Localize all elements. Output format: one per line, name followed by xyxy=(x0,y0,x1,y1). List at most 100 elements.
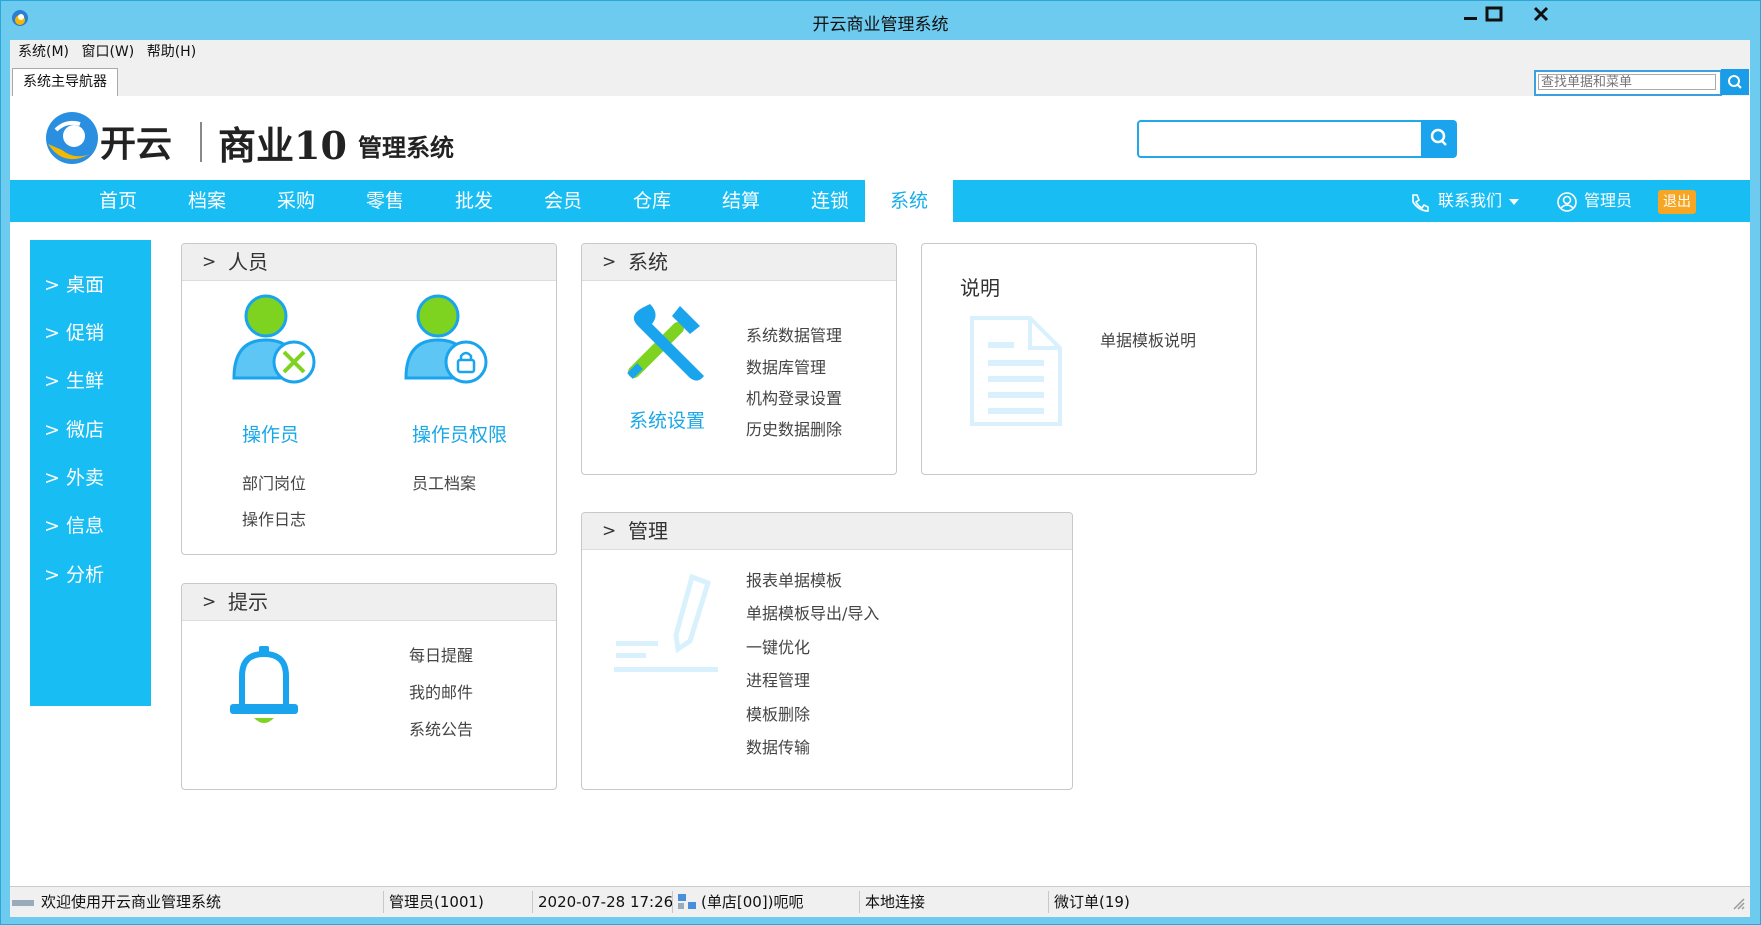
system-announcement-link[interactable]: 系统公告 xyxy=(409,716,473,740)
department-position-link[interactable]: 部门岗位 xyxy=(242,470,306,494)
main-search-button[interactable] xyxy=(1421,120,1457,158)
brand-mini-icon xyxy=(12,900,34,906)
tips-panel: > 提示 每日提醒 我的邮件 系统公告 xyxy=(181,583,557,790)
top-search-button[interactable] xyxy=(1721,69,1749,95)
status-welcome: 欢迎使用开云商业管理系统 xyxy=(41,893,222,911)
notes-panel: 说明 单据模板说明 xyxy=(921,243,1257,475)
org-login-settings-link[interactable]: 机构登录设置 xyxy=(746,385,842,409)
user-icon xyxy=(1557,192,1577,212)
search-icon xyxy=(1728,75,1742,89)
nav-archive[interactable]: 档案 xyxy=(167,180,247,222)
side-item-takeout[interactable]: > 外卖 xyxy=(44,463,104,490)
document-icon xyxy=(970,316,1062,426)
operator-permission-link[interactable]: 操作员权限 xyxy=(412,420,507,447)
nav-admin-user[interactable]: 管理员 xyxy=(1584,180,1632,222)
tools-icon[interactable] xyxy=(620,296,714,386)
title-bar: 开云商业管理系统 xyxy=(1,1,1760,39)
logo-brand: 开云 xyxy=(100,123,173,165)
close-icon xyxy=(1533,6,1549,22)
exit-button[interactable]: 退出 xyxy=(1658,190,1696,214)
operation-log-link[interactable]: 操作日志 xyxy=(242,506,306,530)
logo-suffix: 管理系统 xyxy=(358,133,454,162)
system-data-management-link[interactable]: 系统数据管理 xyxy=(746,322,842,346)
notes-title: 说明 xyxy=(960,276,1000,300)
database-management-link[interactable]: 数据库管理 xyxy=(746,354,826,378)
manage-panel: > 管理 报表单据模板 单据模板导出/导入 一键优化 进程管理 模板删除 数据传输 xyxy=(581,512,1073,790)
maximize-icon xyxy=(1485,6,1503,22)
personnel-panel: > 人员 操作员 操作员权限 部门岗位 员工档案 操作日志 xyxy=(181,243,557,555)
nav-member[interactable]: 会员 xyxy=(523,180,603,222)
tab-main-navigator[interactable]: 系统主导航器 xyxy=(12,68,118,97)
status-connection: 本地连接 xyxy=(859,891,925,913)
nav-bar: 首页 档案 采购 零售 批发 会员 仓库 结算 连锁 系统 联系我们 管理员 xyxy=(10,180,1750,222)
panel-header: > 提示 xyxy=(182,584,556,621)
menu-system[interactable]: 系统(M) xyxy=(18,40,69,64)
one-click-optimize-link[interactable]: 一键优化 xyxy=(746,634,810,658)
side-item-info[interactable]: > 信息 xyxy=(44,511,104,538)
status-store: (单店[00])呃呃 xyxy=(672,891,804,913)
template-description-link[interactable]: 单据模板说明 xyxy=(1100,327,1196,351)
my-mail-link[interactable]: 我的邮件 xyxy=(409,679,473,703)
status-orders[interactable]: 微订单(19) xyxy=(1048,891,1130,913)
nav-warehouse[interactable]: 仓库 xyxy=(612,180,692,222)
template-export-import-link[interactable]: 单据模板导出/导入 xyxy=(746,600,879,624)
template-delete-link[interactable]: 模板删除 xyxy=(746,701,810,725)
nav-wholesale[interactable]: 批发 xyxy=(434,180,514,222)
menu-window[interactable]: 窗口(W) xyxy=(81,40,134,64)
manage-title: 管理 xyxy=(628,519,668,543)
panel-header: > 管理 xyxy=(582,513,1072,550)
nav-home[interactable]: 首页 xyxy=(78,180,158,222)
nav-settlement[interactable]: 结算 xyxy=(701,180,781,222)
side-item-microstore[interactable]: > 微店 xyxy=(44,415,104,442)
chevron-right-icon: > xyxy=(202,592,217,612)
side-item-analysis[interactable]: > 分析 xyxy=(44,560,104,587)
employee-archive-link[interactable]: 员工档案 xyxy=(412,470,476,494)
operator-permission-icon[interactable] xyxy=(398,294,494,390)
edit-icon xyxy=(614,573,718,672)
side-item-desktop[interactable]: > 桌面 xyxy=(44,270,104,297)
operator-link[interactable]: 操作员 xyxy=(242,420,299,447)
top-search-input[interactable] xyxy=(1538,74,1716,90)
personnel-title: 人员 xyxy=(228,250,268,274)
status-bar: 欢迎使用开云商业管理系统 管理员(1001) 2020-07-28 17:26 … xyxy=(10,886,1750,917)
nav-retail[interactable]: 零售 xyxy=(345,180,425,222)
data-transfer-link[interactable]: 数据传输 xyxy=(746,734,810,758)
bell-icon[interactable] xyxy=(226,644,302,734)
history-data-delete-link[interactable]: 历史数据删除 xyxy=(746,416,842,440)
logo-icon xyxy=(46,112,98,164)
chevron-right-icon: > xyxy=(602,252,617,272)
daily-reminder-link[interactable]: 每日提醒 xyxy=(409,642,473,666)
tips-title: 提示 xyxy=(228,590,268,614)
side-item-fresh[interactable]: > 生鲜 xyxy=(44,366,104,393)
operator-icon[interactable] xyxy=(226,294,322,390)
system-settings-link[interactable]: 系统设置 xyxy=(629,406,705,433)
close-button[interactable] xyxy=(1514,3,1568,27)
menu-help[interactable]: 帮助(H) xyxy=(147,40,196,64)
resize-grip-icon[interactable] xyxy=(1732,897,1746,911)
side-item-promotion[interactable]: > 促销 xyxy=(44,318,104,345)
side-menu: > 桌面 > 促销 > 生鲜 > 微店 > 外卖 > 信息 > 分析 xyxy=(30,240,151,706)
maximize-button[interactable] xyxy=(1477,3,1513,27)
phone-icon xyxy=(1412,194,1429,212)
tab-bar: 系统主导航器 xyxy=(10,66,1750,97)
top-search-box xyxy=(1534,70,1722,96)
logo-product: 商业10 xyxy=(218,123,347,168)
status-datetime: 2020-07-28 17:26 xyxy=(532,891,673,913)
caret-down-icon xyxy=(1509,199,1519,205)
nav-contact-us[interactable]: 联系我们 xyxy=(1438,180,1502,222)
chevron-right-icon: > xyxy=(602,521,617,541)
panel-header: > 系统 xyxy=(582,244,896,281)
system-title: 系统 xyxy=(628,250,668,274)
system-panel: > 系统 系统设置 系统数据管理 数据库管理 机构登录设置 历史数据删除 xyxy=(581,243,897,475)
menu-bar: 系统(M) 窗口(W) 帮助(H) xyxy=(10,40,1750,66)
main-search-input[interactable] xyxy=(1137,120,1425,158)
process-management-link[interactable]: 进程管理 xyxy=(746,667,810,691)
panel-header: > 人员 xyxy=(182,244,556,281)
nav-purchase[interactable]: 采购 xyxy=(256,180,336,222)
status-user: 管理员(1001) xyxy=(383,891,484,913)
chevron-right-icon: > xyxy=(202,252,217,272)
nav-chain[interactable]: 连锁 xyxy=(790,180,870,222)
nav-system[interactable]: 系统 xyxy=(865,180,953,222)
report-template-link[interactable]: 报表单据模板 xyxy=(746,567,842,591)
search-icon xyxy=(1430,128,1447,146)
